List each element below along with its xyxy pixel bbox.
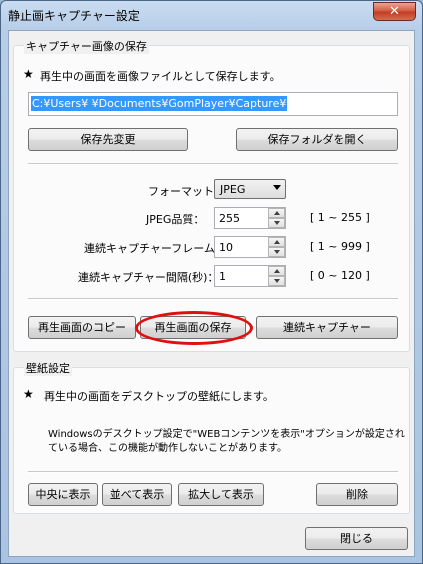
jpeg-quality-down-button[interactable] xyxy=(268,218,285,228)
dialog-client-area: キャプチャー画像の保存 ★ 再生中の画面を画像ファイルとして保存します。 C:¥… xyxy=(8,30,415,557)
frames-up-button[interactable] xyxy=(268,237,285,247)
wallpaper-group: 壁紙設定 ★ 再生中の画面をデスクトップの壁紙にします。 Windowsのデスク… xyxy=(13,360,410,514)
arrow-up-icon xyxy=(274,240,280,244)
save-frame-button[interactable]: 再生画面の保存 xyxy=(140,316,246,339)
frames-range: [ 1 ~ 999 ] xyxy=(310,240,370,253)
center-wallpaper-button[interactable]: 中央に表示 xyxy=(28,483,98,506)
capture-group-title: キャプチャー画像の保存 xyxy=(24,38,149,54)
chevron-down-icon xyxy=(273,185,281,190)
interval-range: [ 0 ~ 120 ] xyxy=(310,269,370,282)
capture-save-group: キャプチャー画像の保存 ★ 再生中の画面を画像ファイルとして保存します。 C:¥… xyxy=(13,38,410,352)
interval-spin-buttons xyxy=(268,266,285,286)
continuous-capture-button[interactable]: 連続キャプチャー xyxy=(256,316,398,339)
close-dialog-button[interactable]: 閉じる xyxy=(305,527,408,550)
arrow-up-icon xyxy=(274,269,280,273)
save-path-value: C:¥Users¥ ¥Documents¥GomPlayer¥Capture¥ xyxy=(31,96,288,111)
interval-label: 連続キャプチャー間隔(秒)： xyxy=(78,271,219,284)
capture-star-icon: ★ xyxy=(23,67,34,81)
interval-up-button[interactable] xyxy=(268,266,285,276)
jpeg-quality-stepper[interactable]: 255 xyxy=(214,207,286,229)
arrow-down-icon xyxy=(274,279,280,283)
stretch-wallpaper-button[interactable]: 拡大して表示 xyxy=(178,483,264,506)
arrow-down-icon xyxy=(274,221,280,225)
wallpaper-divider xyxy=(28,471,398,473)
arrow-down-icon xyxy=(274,250,280,254)
format-select[interactable]: JPEG xyxy=(214,179,286,199)
wallpaper-note-line1: Windowsのデスクトップ設定で"WEBコンテンツを表示"オプションが設定され xyxy=(48,429,405,440)
delete-wallpaper-button[interactable]: 削除 xyxy=(316,483,398,506)
change-destination-button[interactable]: 保存先変更 xyxy=(28,128,188,151)
format-select-value: JPEG xyxy=(220,183,246,196)
jpeg-quality-range: [ 1 ~ 255 ] xyxy=(310,211,370,224)
jpeg-quality-value: 255 xyxy=(219,212,240,225)
window-title: 静止画キャプチャー設定 xyxy=(8,9,140,23)
frames-down-button[interactable] xyxy=(268,247,285,257)
jpeg-quality-label: JPEG品質： xyxy=(146,213,205,226)
save-path-input[interactable]: C:¥Users¥ ¥Documents¥GomPlayer¥Capture¥ xyxy=(28,92,398,116)
frames-spin-buttons xyxy=(268,237,285,257)
wallpaper-description: 再生中の画面をデスクトップの壁紙にします。 xyxy=(44,390,274,403)
frames-stepper[interactable]: 10 xyxy=(214,236,286,258)
close-icon: ✕ xyxy=(389,4,400,19)
wallpaper-note-line2: ている場合、この機能が動作しないことがあります。 xyxy=(48,443,287,454)
dialog-window: 静止画キャプチャー設定 ✕ キャプチャー画像の保存 ★ 再生中の画面を画像ファイ… xyxy=(0,0,423,564)
frames-label: 連続キャプチャーフレーム： xyxy=(84,242,226,255)
wallpaper-group-title: 壁紙設定 xyxy=(24,360,72,376)
jpeg-quality-spin-buttons xyxy=(268,208,285,228)
copy-frame-button[interactable]: 再生画面のコピー xyxy=(28,316,136,339)
capture-divider-1 xyxy=(28,163,398,165)
interval-stepper[interactable]: 1 xyxy=(214,265,286,287)
arrow-up-icon xyxy=(274,211,280,215)
title-bar[interactable]: 静止画キャプチャー設定 ✕ xyxy=(1,1,422,29)
tile-wallpaper-button[interactable]: 並べて表示 xyxy=(102,483,172,506)
wallpaper-star-icon: ★ xyxy=(23,387,34,401)
interval-down-button[interactable] xyxy=(268,276,285,286)
close-window-button[interactable]: ✕ xyxy=(373,2,416,21)
capture-description: 再生中の画面を画像ファイルとして保存します。 xyxy=(40,70,281,83)
frames-value: 10 xyxy=(219,241,233,254)
capture-divider-2 xyxy=(28,298,398,300)
open-folder-button[interactable]: 保存フォルダを開く xyxy=(236,128,398,151)
jpeg-quality-up-button[interactable] xyxy=(268,208,285,218)
interval-value: 1 xyxy=(219,270,226,283)
